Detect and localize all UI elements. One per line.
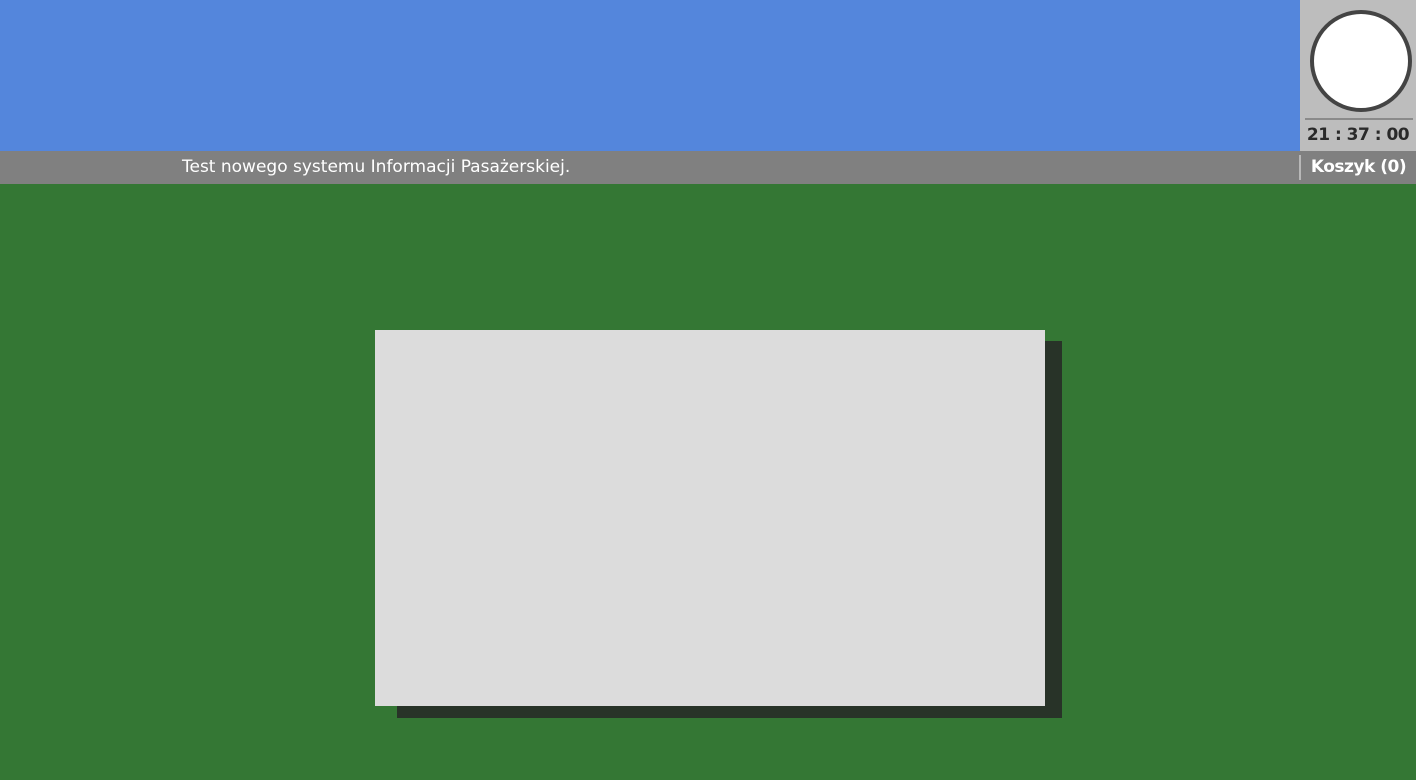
dialog-panel <box>375 330 1045 706</box>
digital-clock-time: 21 : 37 : 00 <box>1306 125 1410 145</box>
ticker-message: Test nowego systemu Informacji Pasażersk… <box>182 157 571 177</box>
page: 21 : 37 : 00 Test nowego systemu Informa… <box>0 0 1416 780</box>
clock-panel: 21 : 37 : 00 <box>1300 0 1416 151</box>
header-banner <box>0 0 1300 151</box>
analog-clock-icon <box>1310 10 1412 112</box>
cart-button[interactable]: Koszyk (0) <box>1301 151 1416 184</box>
ticker-bar: Test nowego systemu Informacji Pasażersk… <box>0 151 1416 184</box>
clock-divider <box>1305 118 1413 120</box>
